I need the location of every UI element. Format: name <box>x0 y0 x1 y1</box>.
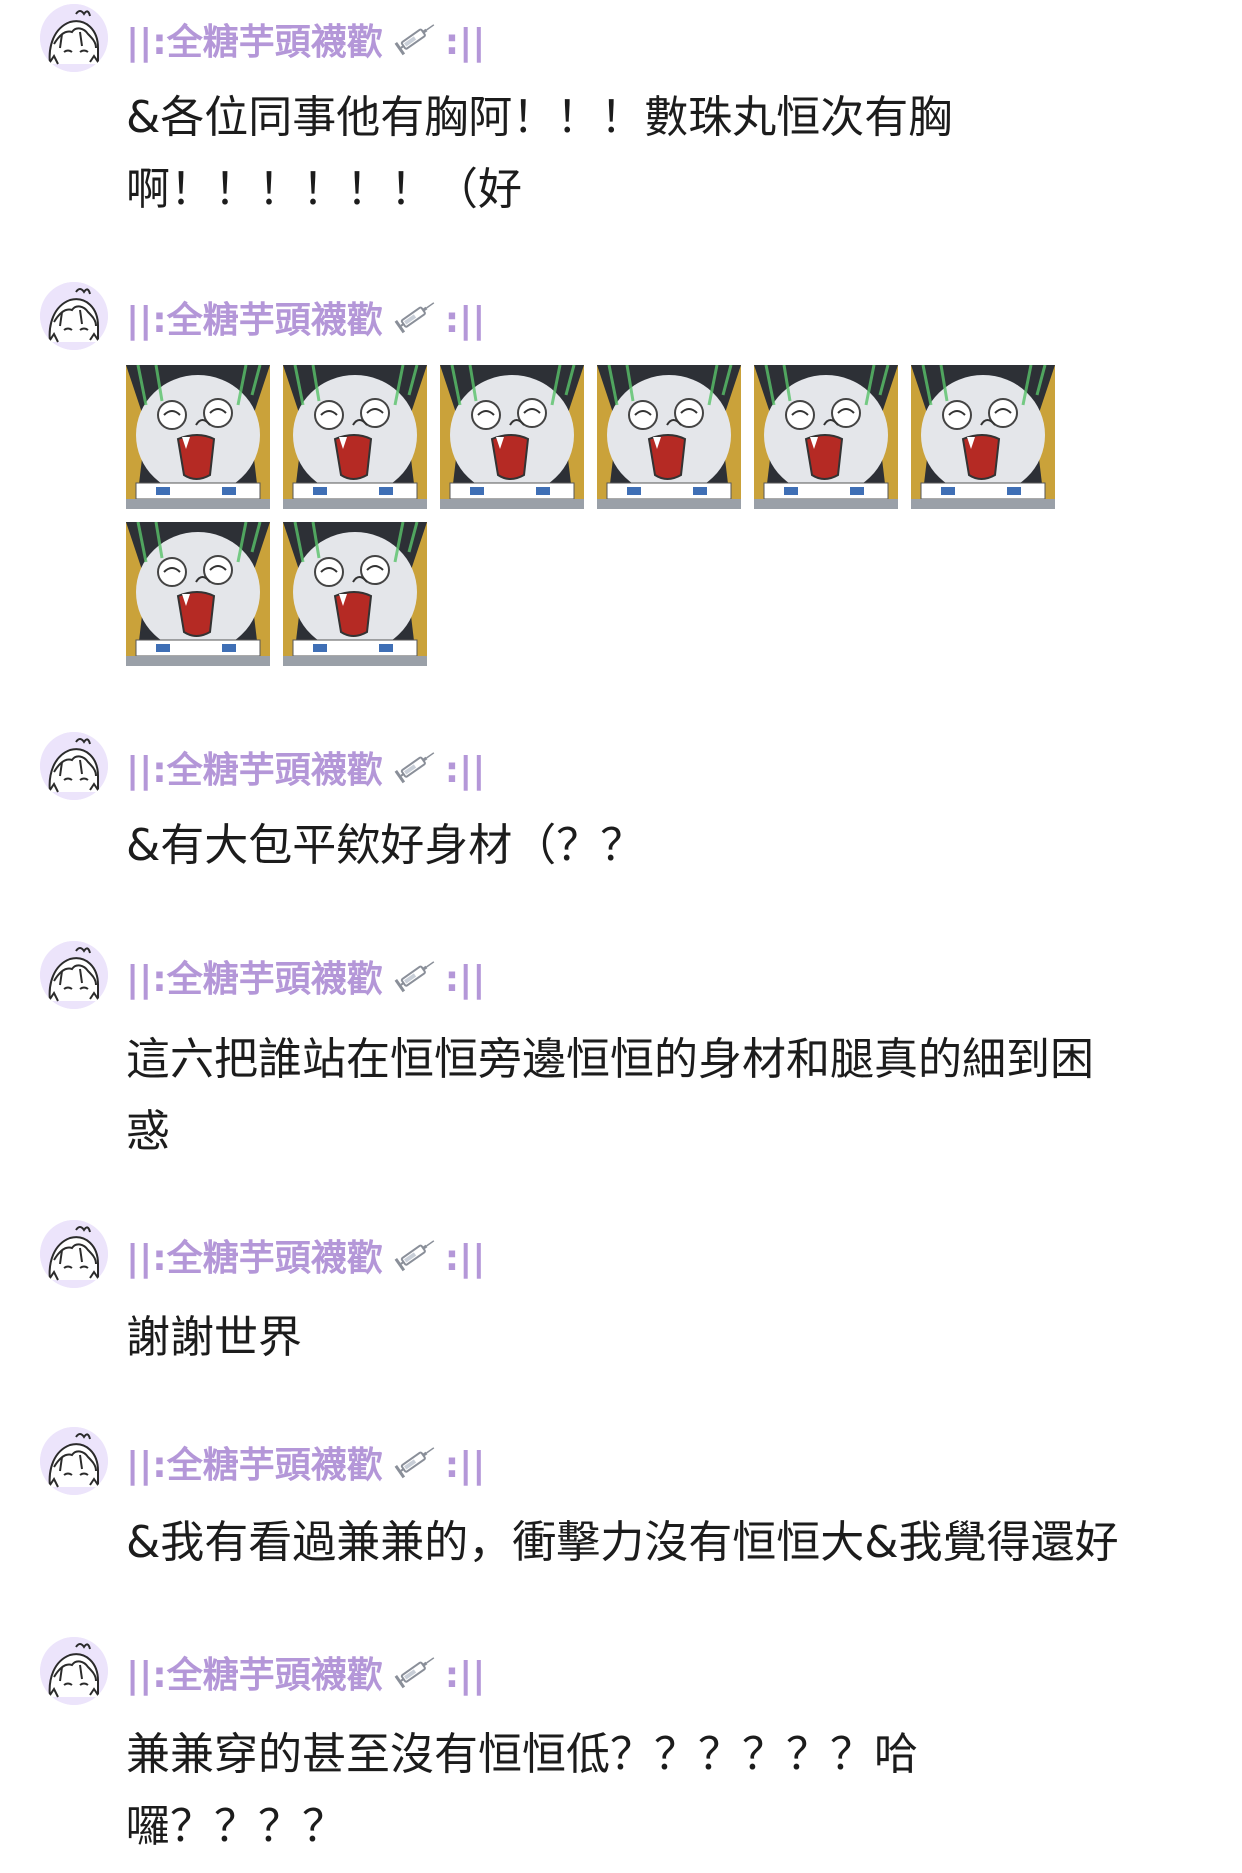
user-avatar[interactable] <box>40 1427 108 1495</box>
message-text: 兼兼穿的甚至沒有恒恒低？？？？？？哈 囉？？？？ <box>126 1729 918 1852</box>
girl-avatar-icon <box>40 4 108 72</box>
sticker-image[interactable] <box>911 365 1055 509</box>
username-suffix: :|| <box>444 1237 486 1279</box>
username[interactable]: ||:全糖芋頭襪歡 :|| <box>126 746 485 795</box>
sticker-image[interactable] <box>126 522 270 666</box>
user-avatar[interactable] <box>40 1220 108 1288</box>
username-suffix: :|| <box>444 21 486 63</box>
syringe-icon <box>391 955 439 1004</box>
user-avatar[interactable] <box>40 1637 108 1705</box>
message-text: 謝謝世界 <box>126 1312 302 1363</box>
girl-avatar-icon <box>40 282 108 350</box>
username-suffix: :|| <box>444 1654 486 1696</box>
username-text: ||:全糖芋頭襪歡 <box>126 958 383 1000</box>
girl-avatar-icon <box>40 1427 108 1495</box>
user-avatar[interactable] <box>40 941 108 1009</box>
syringe-icon <box>391 746 439 795</box>
username[interactable]: ||:全糖芋頭襪歡 :|| <box>126 296 485 345</box>
sticker-image[interactable] <box>283 365 427 509</box>
username-text: ||:全糖芋頭襪歡 <box>126 749 383 791</box>
username-text: ||:全糖芋頭襪歡 <box>126 21 383 63</box>
username[interactable]: ||:全糖芋頭襪歡 :|| <box>126 18 485 67</box>
username-suffix: :|| <box>444 1444 486 1486</box>
message-text: &有大包平欸好身材（？？ <box>126 820 645 871</box>
username-suffix: :|| <box>444 299 486 341</box>
message-text: 這六把誰站在恒恒旁邊恒恒的身材和腿真的細到困 惑 <box>126 1034 1094 1157</box>
syringe-icon <box>391 296 439 345</box>
syringe-icon <box>391 18 439 67</box>
user-avatar[interactable] <box>40 732 108 800</box>
username-text: ||:全糖芋頭襪歡 <box>126 1654 383 1696</box>
user-avatar[interactable] <box>40 282 108 350</box>
sticker-image[interactable] <box>440 365 584 509</box>
username[interactable]: ||:全糖芋頭襪歡 :|| <box>126 1441 485 1490</box>
girl-avatar-icon <box>40 941 108 1009</box>
username-text: ||:全糖芋頭襪歡 <box>126 1444 383 1486</box>
syringe-icon <box>391 1234 439 1283</box>
username-text: ||:全糖芋頭襪歡 <box>126 1237 383 1279</box>
girl-avatar-icon <box>40 1220 108 1288</box>
sticker-image[interactable] <box>126 365 270 509</box>
message-text: &各位同事他有胸阿！！！數珠丸恒次有胸 啊！！！！！！（好 <box>126 92 953 215</box>
username[interactable]: ||:全糖芋頭襪歡 :|| <box>126 955 485 1004</box>
username-suffix: :|| <box>444 749 486 791</box>
sticker-image[interactable] <box>597 365 741 509</box>
message-text: &我有看過兼兼的，衝擊力沒有恒恒大&我覺得還好 <box>126 1517 1119 1568</box>
user-avatar[interactable] <box>40 4 108 72</box>
girl-avatar-icon <box>40 1637 108 1705</box>
sticker-image[interactable] <box>283 522 427 666</box>
girl-avatar-icon <box>40 732 108 800</box>
syringe-icon <box>391 1441 439 1490</box>
username[interactable]: ||:全糖芋頭襪歡 :|| <box>126 1234 485 1283</box>
username[interactable]: ||:全糖芋頭襪歡 :|| <box>126 1651 485 1700</box>
syringe-icon <box>391 1651 439 1700</box>
sticker-image[interactable] <box>754 365 898 509</box>
username-suffix: :|| <box>444 958 486 1000</box>
username-text: ||:全糖芋頭襪歡 <box>126 299 383 341</box>
